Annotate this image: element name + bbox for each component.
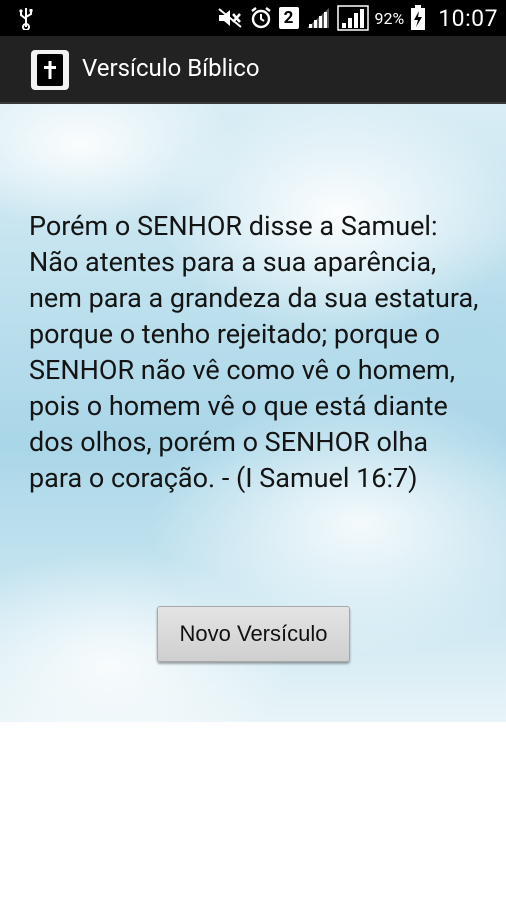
signal-icon bbox=[305, 6, 331, 30]
signal-icon bbox=[336, 5, 369, 31]
battery-charging-icon bbox=[410, 5, 426, 31]
battery-percent: 92% bbox=[374, 8, 405, 28]
alarm-icon bbox=[249, 6, 273, 30]
verse-text: Porém o SENHOR disse a Samuel: Não atent… bbox=[29, 210, 479, 494]
bible-icon[interactable] bbox=[31, 50, 69, 90]
new-verse-button[interactable]: Novo Versículo bbox=[157, 606, 350, 662]
app-title: Versículo Bíblico bbox=[82, 54, 260, 82]
status-bar: 2 92% 10:07 bbox=[0, 0, 506, 36]
usb-icon bbox=[14, 6, 38, 30]
clock: 10:07 bbox=[438, 4, 498, 32]
mute-icon bbox=[217, 7, 243, 29]
main-content: Porém o SENHOR disse a Samuel: Não atent… bbox=[0, 104, 506, 722]
notification-count-badge: 2 bbox=[278, 7, 299, 29]
action-bar: Versículo Bíblico bbox=[0, 36, 506, 104]
